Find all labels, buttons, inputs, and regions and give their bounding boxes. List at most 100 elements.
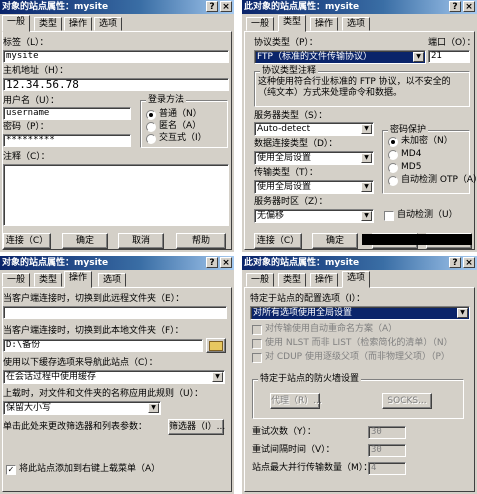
tab-general[interactable]: 一般 [246, 17, 275, 31]
tab-type[interactable]: 类型 [278, 15, 307, 32]
server-type-select[interactable]: Auto-detect ▼ [254, 122, 374, 136]
specific-options-select[interactable]: 对所有选项使用全局设置 ▼ [250, 306, 470, 320]
label-field-label: 标签（L）： [3, 38, 49, 48]
local-folder-input[interactable]: D:\备份 [3, 339, 203, 352]
tab-options[interactable]: 选项 [98, 273, 127, 287]
close-icon[interactable]: × [463, 257, 475, 268]
tab-type[interactable]: 类型 [34, 17, 63, 31]
retry-label: 重试次数（Y）： [252, 427, 316, 437]
tab-strip: 一般 类型 操作 选项 [242, 15, 477, 32]
auto-rename-checkbox[interactable] [252, 325, 262, 335]
chevron-down-icon[interactable]: ▼ [457, 308, 468, 318]
pw-md5-label: MD5 [401, 162, 422, 172]
close-icon[interactable]: × [463, 1, 475, 12]
ok-button[interactable]: 确定 [62, 233, 108, 249]
right-menu-checkbox[interactable]: ✓ [6, 465, 16, 475]
auto-rename-label: 对传输使用自动重命名方案（A） [265, 324, 398, 334]
login-interactive-label: 交互式（I） [159, 133, 207, 143]
socks-button[interactable]: SOCKS... [382, 393, 432, 409]
max-transfers-input[interactable]: 4 [368, 462, 406, 475]
help-button[interactable]: 帮助 [176, 233, 226, 249]
right-menu-label: 将此站点添加到右键上载菜单（A） [19, 464, 161, 474]
tab-actions[interactable]: 操作 [310, 17, 339, 31]
login-anonymous-radio[interactable] [146, 122, 156, 132]
chevron-down-icon[interactable]: ▼ [413, 52, 424, 62]
chevron-down-icon[interactable]: ▼ [212, 372, 223, 382]
specific-options-value: 对所有选项使用全局设置 [253, 308, 353, 318]
chevron-down-icon[interactable]: ▼ [361, 182, 372, 192]
port-input[interactable]: 21 [428, 50, 470, 63]
retry-input[interactable]: 30 [368, 426, 406, 439]
timezone-select[interactable]: 无偏移 ▼ [254, 209, 374, 223]
pw-otp-radio[interactable] [388, 176, 398, 186]
connect-button[interactable]: 连接（C） [3, 233, 51, 249]
chevron-down-icon[interactable]: ▼ [361, 211, 372, 221]
dialog-general: 对象的站点属性：mysite ? × 一般 类型 操作 选项 标签（L）： my… [0, 0, 234, 252]
help-icon[interactable]: ? [449, 1, 461, 12]
dialog-title-bar[interactable]: 此对象的站点属性：mysite ? × [242, 0, 477, 14]
nlst-checkbox[interactable] [252, 339, 262, 349]
cancel-button[interactable]: 取消 [118, 233, 164, 249]
dialog-title-bar[interactable]: 对象的站点属性：mysite ? × [0, 256, 234, 270]
tab-actions[interactable]: 操作 [310, 273, 339, 287]
cdup-label: 对 CDUP 使用逐级父项（而非物理父项）（P） [265, 352, 450, 362]
password-input[interactable]: ********* [3, 134, 131, 147]
chevron-down-icon[interactable]: ▼ [361, 153, 372, 163]
tab-options[interactable]: 选项 [342, 271, 371, 288]
help-icon[interactable]: ? [206, 257, 218, 268]
tab-strip: 一般 类型 操作 选项 [242, 271, 477, 288]
password-label: 密码（P）： [3, 122, 49, 132]
remote-folder-input[interactable] [3, 306, 227, 319]
pw-md5-radio[interactable] [388, 163, 398, 173]
tab-type[interactable]: 类型 [34, 273, 63, 287]
help-icon[interactable]: ? [206, 1, 218, 12]
transfer-type-select[interactable]: 使用全局设置 ▼ [254, 180, 374, 194]
cdup-checkbox[interactable] [252, 353, 262, 363]
tab-general[interactable]: 一般 [2, 273, 31, 287]
login-interactive-radio[interactable] [146, 134, 156, 144]
password-protection-title: 密码保护 [388, 125, 429, 136]
cache-select[interactable]: 在会话过程中使用缓存 ▼ [3, 370, 225, 384]
filter-button[interactable]: 筛选器（I）... [168, 419, 225, 435]
browse-folder-button[interactable] [206, 338, 226, 353]
pw-none-radio[interactable] [388, 137, 398, 147]
comment-textarea[interactable] [3, 164, 229, 226]
transfer-type-value: 使用全局设置 [257, 182, 312, 192]
retry-interval-input[interactable]: 30 [368, 444, 406, 457]
label-input[interactable]: mysite [3, 50, 229, 63]
username-input[interactable]: username [3, 107, 131, 120]
protocol-select-value: FTP（标准的文件传输协议） [257, 52, 372, 62]
close-icon[interactable]: × [220, 1, 232, 12]
tab-general[interactable]: 一般 [246, 273, 275, 287]
timezone-label: 服务器时区（Z）： [254, 197, 328, 207]
proxy-button[interactable]: 代理（R）... [270, 393, 322, 409]
pw-md4-radio[interactable] [388, 150, 398, 160]
tab-actions[interactable]: 操作 [64, 17, 93, 31]
tab-general[interactable]: 一般 [2, 15, 31, 32]
protocol-select[interactable]: FTP（标准的文件传输协议） ▼ [254, 50, 426, 64]
tab-options[interactable]: 选项 [342, 17, 371, 31]
upload-rule-select[interactable]: 保留大小写 ▼ [3, 401, 161, 415]
host-input[interactable]: 12.34.56.78 [3, 78, 229, 91]
upload-rule-value: 保留大小写 [6, 403, 52, 413]
server-type-value: Auto-detect [257, 124, 311, 134]
autodetect-checkbox[interactable] [384, 211, 394, 221]
close-icon[interactable]: × [220, 257, 232, 268]
tab-options[interactable]: 选项 [94, 17, 123, 31]
chevron-down-icon[interactable]: ▼ [148, 403, 159, 413]
folder-icon [209, 341, 223, 351]
login-normal-radio[interactable] [146, 110, 156, 120]
protocol-note-title: 协议类型注释 [260, 66, 319, 77]
conn-type-select[interactable]: 使用全局设置 ▼ [254, 151, 374, 165]
specific-options-label: 特定于站点的配置选项（I）： [250, 294, 366, 304]
dialog-title-bar[interactable]: 对象的站点属性：mysite ? × [0, 0, 234, 14]
ok-button[interactable]: 确定 [312, 233, 358, 249]
firewall-title: 特定于站点的防火墙设置 [258, 374, 362, 385]
pw-none-label: 未加密（N） [401, 136, 453, 146]
tab-type[interactable]: 类型 [278, 273, 307, 287]
tab-actions[interactable]: 操作 [64, 271, 93, 288]
connect-button[interactable]: 连接（C） [254, 233, 302, 249]
chevron-down-icon[interactable]: ▼ [361, 124, 372, 134]
help-icon[interactable]: ? [449, 257, 461, 268]
dialog-title-bar[interactable]: 此对象的站点属性：mysite ? × [242, 256, 477, 270]
